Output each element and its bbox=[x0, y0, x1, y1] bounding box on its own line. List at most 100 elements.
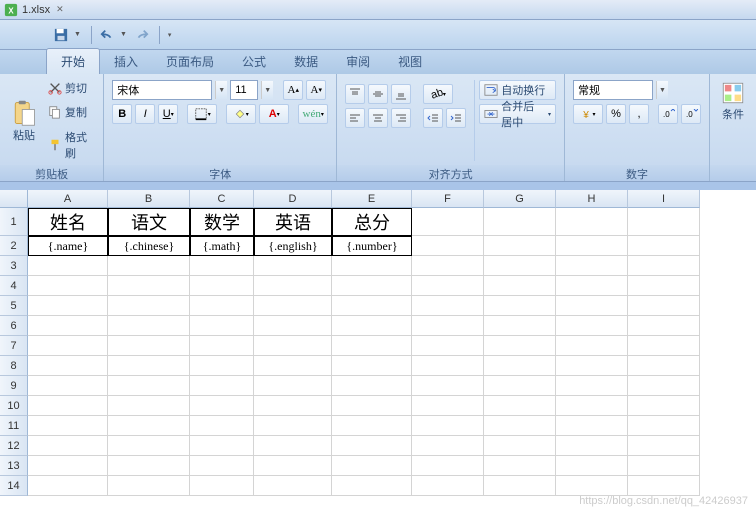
cell-F10[interactable] bbox=[412, 396, 484, 416]
cell-E10[interactable] bbox=[332, 396, 412, 416]
cell-B7[interactable] bbox=[108, 336, 190, 356]
col-header-G[interactable]: G bbox=[484, 190, 556, 208]
percent-button[interactable]: % bbox=[606, 104, 626, 124]
cell-A13[interactable] bbox=[28, 456, 108, 476]
col-header-H[interactable]: H bbox=[556, 190, 628, 208]
number-format-combo[interactable]: 常规 bbox=[573, 80, 653, 100]
row-header-7[interactable]: 7 bbox=[0, 336, 28, 356]
cell-H11[interactable] bbox=[556, 416, 628, 436]
cell-G10[interactable] bbox=[484, 396, 556, 416]
cell-I3[interactable] bbox=[628, 256, 700, 276]
cell-B1[interactable]: 语文 bbox=[108, 208, 190, 236]
tab-formulas[interactable]: 公式 bbox=[228, 49, 280, 74]
cell-F5[interactable] bbox=[412, 296, 484, 316]
col-header-E[interactable]: E bbox=[332, 190, 412, 208]
cell-H10[interactable] bbox=[556, 396, 628, 416]
align-bottom-button[interactable] bbox=[391, 84, 411, 104]
cell-F11[interactable] bbox=[412, 416, 484, 436]
cell-F8[interactable] bbox=[412, 356, 484, 376]
row-header-13[interactable]: 13 bbox=[0, 456, 28, 476]
cell-B8[interactable] bbox=[108, 356, 190, 376]
tab-home[interactable]: 开始 bbox=[46, 48, 100, 74]
cell-B11[interactable] bbox=[108, 416, 190, 436]
cell-H1[interactable] bbox=[556, 208, 628, 236]
redo-button[interactable] bbox=[131, 24, 153, 46]
tab-data[interactable]: 数据 bbox=[280, 49, 332, 74]
cell-E4[interactable] bbox=[332, 276, 412, 296]
cell-A7[interactable] bbox=[28, 336, 108, 356]
cell-A6[interactable] bbox=[28, 316, 108, 336]
cell-B12[interactable] bbox=[108, 436, 190, 456]
cut-button[interactable]: 剪切 bbox=[46, 79, 97, 97]
cell-C5[interactable] bbox=[190, 296, 254, 316]
cell-B14[interactable] bbox=[108, 476, 190, 496]
row-header-6[interactable]: 6 bbox=[0, 316, 28, 336]
row-header-11[interactable]: 11 bbox=[0, 416, 28, 436]
tab-view[interactable]: 视图 bbox=[384, 49, 436, 74]
cell-H9[interactable] bbox=[556, 376, 628, 396]
undo-button[interactable] bbox=[96, 24, 118, 46]
cell-G13[interactable] bbox=[484, 456, 556, 476]
cell-C2[interactable]: {.math} bbox=[190, 236, 254, 256]
merge-dropdown-icon[interactable]: ▾ bbox=[548, 111, 551, 118]
save-dropdown-icon[interactable]: ▼ bbox=[74, 31, 81, 38]
cell-G7[interactable] bbox=[484, 336, 556, 356]
cell-I11[interactable] bbox=[628, 416, 700, 436]
undo-dropdown-icon[interactable]: ▼ bbox=[120, 31, 127, 38]
cell-I6[interactable] bbox=[628, 316, 700, 336]
cell-F7[interactable] bbox=[412, 336, 484, 356]
cell-B13[interactable] bbox=[108, 456, 190, 476]
cell-I5[interactable] bbox=[628, 296, 700, 316]
cell-H5[interactable] bbox=[556, 296, 628, 316]
cell-B3[interactable] bbox=[108, 256, 190, 276]
grow-font-button[interactable]: A▴ bbox=[283, 80, 303, 100]
cell-C6[interactable] bbox=[190, 316, 254, 336]
format-painter-button[interactable]: 格式刷 bbox=[46, 128, 97, 162]
comma-button[interactable]: , bbox=[629, 104, 649, 124]
cell-D2[interactable]: {.english} bbox=[254, 236, 332, 256]
cell-E3[interactable] bbox=[332, 256, 412, 276]
conditional-format-button[interactable]: 条件 bbox=[720, 80, 746, 161]
cell-H14[interactable] bbox=[556, 476, 628, 496]
cell-G12[interactable] bbox=[484, 436, 556, 456]
cell-C10[interactable] bbox=[190, 396, 254, 416]
cell-C12[interactable] bbox=[190, 436, 254, 456]
col-header-A[interactable]: A bbox=[28, 190, 108, 208]
cell-B9[interactable] bbox=[108, 376, 190, 396]
cell-A9[interactable] bbox=[28, 376, 108, 396]
align-center-button[interactable] bbox=[368, 108, 388, 128]
cell-G1[interactable] bbox=[484, 208, 556, 236]
cell-A4[interactable] bbox=[28, 276, 108, 296]
decrease-indent-button[interactable] bbox=[423, 108, 443, 128]
wrap-text-button[interactable]: 自动换行 bbox=[479, 80, 556, 100]
font-color-button[interactable]: A▾ bbox=[259, 104, 289, 124]
cell-I2[interactable] bbox=[628, 236, 700, 256]
row-header-4[interactable]: 4 bbox=[0, 276, 28, 296]
cell-H7[interactable] bbox=[556, 336, 628, 356]
cell-D11[interactable] bbox=[254, 416, 332, 436]
cell-E1[interactable]: 总分 bbox=[332, 208, 412, 236]
cell-H3[interactable] bbox=[556, 256, 628, 276]
cell-G11[interactable] bbox=[484, 416, 556, 436]
font-size-combo[interactable]: 11 bbox=[230, 80, 258, 100]
cell-D6[interactable] bbox=[254, 316, 332, 336]
cell-D13[interactable] bbox=[254, 456, 332, 476]
bold-button[interactable]: B bbox=[112, 104, 132, 124]
cell-D10[interactable] bbox=[254, 396, 332, 416]
number-format-dropdown-icon[interactable]: ▼ bbox=[656, 81, 668, 99]
decrease-decimal-button[interactable]: .0 bbox=[681, 104, 701, 124]
row-header-9[interactable]: 9 bbox=[0, 376, 28, 396]
cell-A1[interactable]: 姓名 bbox=[28, 208, 108, 236]
cell-C11[interactable] bbox=[190, 416, 254, 436]
tab-page-layout[interactable]: 页面布局 bbox=[152, 49, 228, 74]
cell-F6[interactable] bbox=[412, 316, 484, 336]
merge-center-button[interactable]: 合并后居中 ▾ bbox=[479, 104, 556, 124]
cell-H6[interactable] bbox=[556, 316, 628, 336]
cell-A8[interactable] bbox=[28, 356, 108, 376]
col-header-F[interactable]: F bbox=[412, 190, 484, 208]
cell-D8[interactable] bbox=[254, 356, 332, 376]
tab-review[interactable]: 审阅 bbox=[332, 49, 384, 74]
cell-I14[interactable] bbox=[628, 476, 700, 496]
font-size-dropdown-icon[interactable]: ▼ bbox=[261, 81, 273, 99]
cell-C8[interactable] bbox=[190, 356, 254, 376]
